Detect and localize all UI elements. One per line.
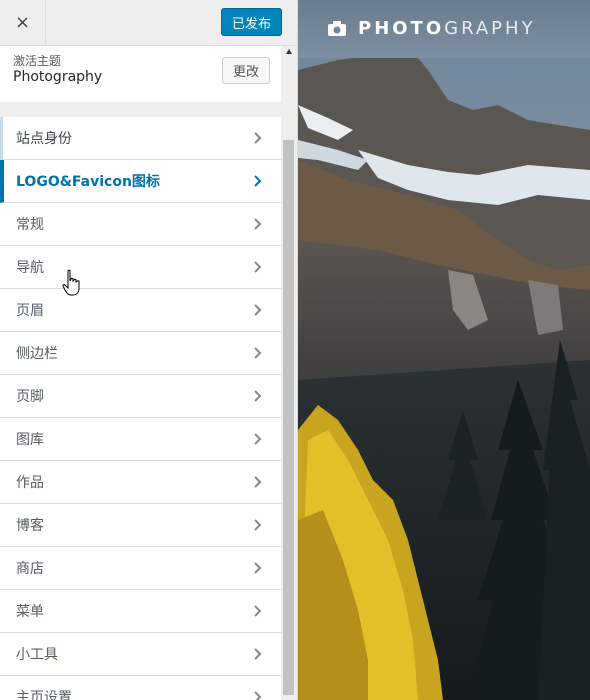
menu-item-label: 博客: [16, 518, 44, 534]
chevron-right-icon: [254, 433, 262, 445]
menu-item-label: 站点身份: [16, 131, 72, 147]
menu-item-label: 商店: [16, 561, 44, 577]
chevron-right-icon: [254, 691, 262, 700]
menu-item-label: 侧边栏: [16, 346, 58, 362]
menu-item-label: 常规: [16, 217, 44, 233]
chevron-right-icon: [254, 605, 262, 617]
menu-item-navigation[interactable]: 导航: [0, 246, 281, 289]
theme-name: Photography: [13, 69, 103, 85]
menu-item-widgets[interactable]: 小工具: [0, 633, 281, 676]
menu-item-label: 主页设置: [16, 690, 72, 700]
active-theme-label: 激活主题: [13, 54, 62, 68]
menu-item-sidebar[interactable]: 侧边栏: [0, 332, 281, 375]
chevron-right-icon: [254, 132, 262, 144]
menu-item-logo-favicon[interactable]: LOGO&Favicon图标: [0, 160, 281, 203]
active-theme-panel: 激活主题 Photography 更改: [0, 46, 281, 102]
chevron-right-icon: [254, 175, 262, 187]
logo-text-light: GRAPHY: [444, 18, 536, 39]
menu-item-label: 页眉: [16, 303, 44, 319]
menu-item-menus[interactable]: 菜单: [0, 590, 281, 633]
menu-item-label: 页脚: [16, 389, 44, 405]
menu-item-portfolio[interactable]: 作品: [0, 461, 281, 504]
change-theme-button[interactable]: 更改: [222, 57, 270, 84]
menu-item-header[interactable]: 页眉: [0, 289, 281, 332]
menu-item-blog[interactable]: 博客: [0, 504, 281, 547]
menu-item-label: 菜单: [16, 604, 44, 620]
menu-item-label: LOGO&Favicon图标: [16, 174, 160, 190]
menu-item-site-identity[interactable]: 站点身份: [0, 117, 281, 160]
menu-item-label: 图库: [16, 432, 44, 448]
menu-item-homepage-settings[interactable]: 主页设置: [0, 676, 281, 700]
chevron-right-icon: [254, 519, 262, 531]
chevron-right-icon: [254, 304, 262, 316]
menu-item-general[interactable]: 常规: [0, 203, 281, 246]
customizer-menu: 站点身份 LOGO&Favicon图标 常规 导航 页眉 侧边栏 页脚 图库 作…: [0, 117, 281, 700]
chevron-right-icon: [254, 476, 262, 488]
site-preview: PHOTO GRAPHY: [298, 0, 590, 700]
chevron-right-icon: [254, 218, 262, 230]
sidebar-scrollbar[interactable]: [283, 140, 294, 695]
chevron-right-icon: [254, 261, 262, 273]
camera-icon: [328, 21, 346, 36]
menu-item-label: 作品: [16, 475, 44, 491]
mountain-landscape-image: [298, 0, 590, 700]
section-divider: [0, 102, 281, 117]
chevron-right-icon: [254, 648, 262, 660]
customizer-header: × 已发布: [0, 0, 297, 46]
chevron-right-icon: [254, 347, 262, 359]
site-header: PHOTO GRAPHY: [298, 0, 590, 58]
scroll-up-arrow-icon[interactable]: [285, 48, 293, 56]
chevron-right-icon: [254, 390, 262, 402]
chevron-right-icon: [254, 562, 262, 574]
menu-item-label: 小工具: [16, 647, 58, 663]
customizer-sidebar: × 已发布 激活主题 Photography 更改 站点身份 LOGO&Favi…: [0, 0, 298, 700]
close-icon[interactable]: ×: [0, 0, 46, 45]
menu-item-shop[interactable]: 商店: [0, 547, 281, 590]
site-logo[interactable]: PHOTO GRAPHY: [328, 18, 536, 39]
publish-button[interactable]: 已发布: [221, 8, 282, 36]
menu-item-label: 导航: [16, 260, 44, 276]
logo-text-bold: PHOTO: [358, 18, 445, 39]
menu-item-gallery[interactable]: 图库: [0, 418, 281, 461]
menu-item-footer[interactable]: 页脚: [0, 375, 281, 418]
